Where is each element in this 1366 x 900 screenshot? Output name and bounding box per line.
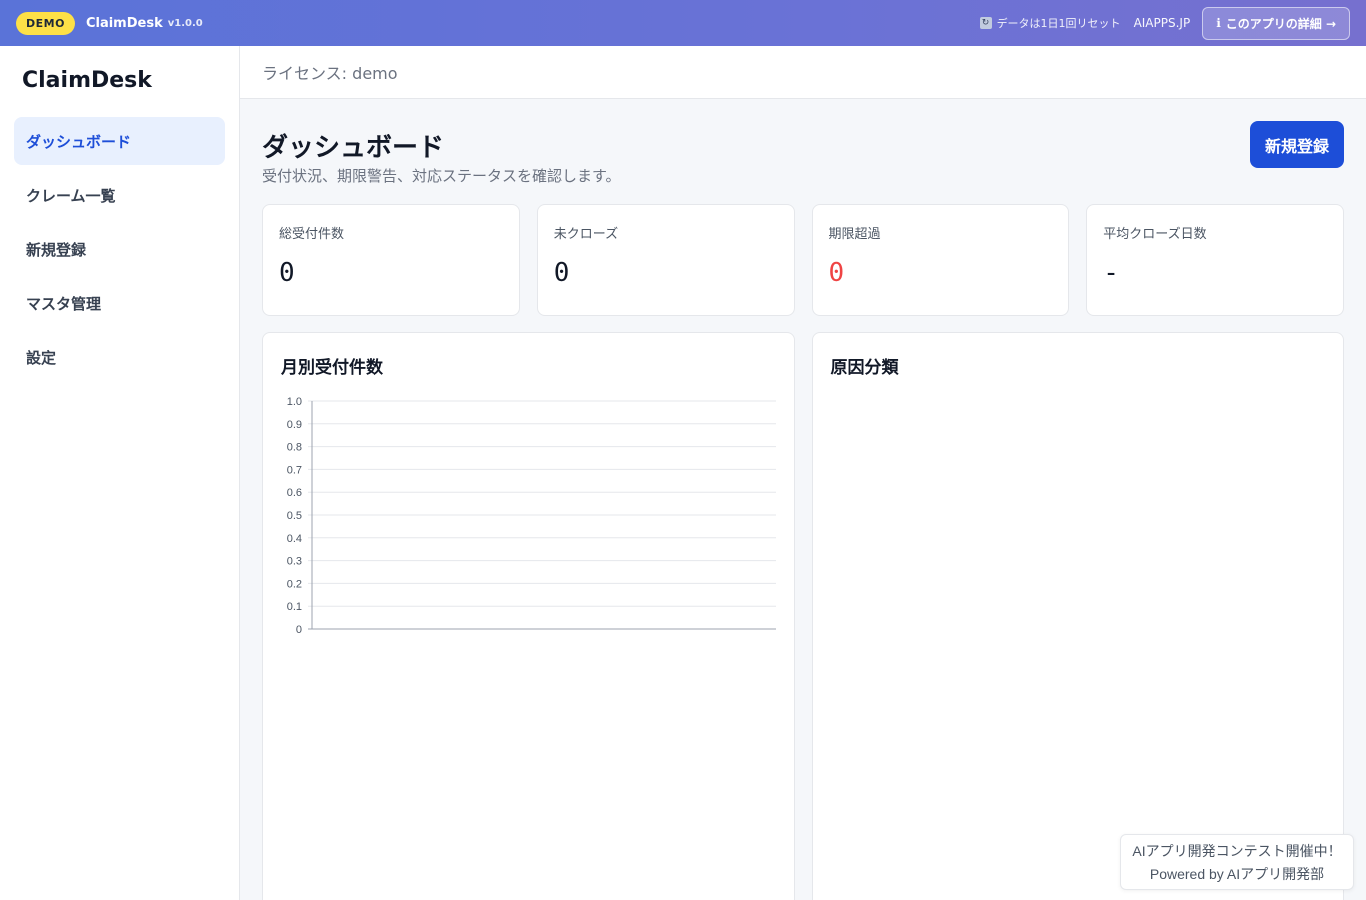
sidebar-item-new[interactable]: 新規登録 xyxy=(14,225,225,273)
stats-row: 総受付件数 0 未クローズ 0 期限超過 0 平均クローズ日数 - xyxy=(262,204,1344,316)
stat-label: 総受付件数 xyxy=(279,227,345,242)
monthly-chart-panel: 月別受付件数 0 0.1 0.2 0.3 0.4 0.5 0.6 0.7 0.8 0.9 1.0 xyxy=(262,332,795,900)
info-icon: ℹ xyxy=(1216,16,1221,30)
chart-y-tick-label: 0.5 xyxy=(287,510,302,522)
app-details-label: このアプリの詳細 → xyxy=(1225,16,1336,31)
cause-chart-panel: 原因分類 xyxy=(811,332,1344,900)
sidebar-item-claims[interactable]: クレーム一覧 xyxy=(14,171,225,219)
new-claim-button[interactable]: 新規登録 xyxy=(1250,121,1344,168)
page-title: ダッシュボード xyxy=(262,133,445,163)
chart-y-tick-label: 0.1 xyxy=(287,601,302,613)
stat-label: 未クローズ xyxy=(553,227,619,242)
contest-line: AIアプリ開発コンテスト開催中！ xyxy=(1132,843,1342,859)
license-text: ライセンス: demo xyxy=(262,64,398,83)
stat-value: 0 xyxy=(279,258,295,288)
app-version: v1.0.0 xyxy=(167,17,203,29)
chart-y-tick-label: 0.4 xyxy=(287,533,302,545)
stat-card-overdue: 期限超過 0 xyxy=(811,204,1070,316)
panel-title: 月別受付件数 xyxy=(281,358,383,378)
chart-y-tick-label: 1.0 xyxy=(287,396,302,408)
stat-label: 平均クローズ日数 xyxy=(1103,227,1207,242)
reset-note: ↻ データは1日1回リセット xyxy=(979,15,1121,31)
chart-y-tick-label: 0.6 xyxy=(287,487,302,499)
demo-badge: DEMO xyxy=(16,11,75,35)
chart-y-tick-label: 0.9 xyxy=(287,419,302,431)
refresh-icon: ↻ xyxy=(979,17,992,29)
contest-badge[interactable]: AIアプリ開発コンテスト開催中！ Powered by AIアプリ開発部 xyxy=(1120,834,1354,890)
page-subtitle: 受付状況、期限警告、対応ステータスを確認します。 xyxy=(262,167,621,185)
stat-card-open: 未クローズ 0 xyxy=(536,204,795,316)
panels-row: 月別受付件数 0 0.1 0.2 0.3 0.4 0.5 0.6 0.7 0.8 0.9 1.0 原… xyxy=(262,332,1344,900)
powered-by-line: Powered by AIアプリ開発部 xyxy=(1149,866,1325,882)
stat-card-total: 総受付件数 0 xyxy=(262,204,520,316)
sidebar-brand: ClaimDesk xyxy=(22,68,152,93)
app-name: ClaimDesk xyxy=(85,15,163,31)
sidebar-item-settings[interactable]: 設定 xyxy=(14,333,225,381)
topbar-right: ↻ データは1日1回リセット AIAPPS.JP ℹ このアプリの詳細 → xyxy=(979,6,1350,40)
chart-y-tick-label: 0.7 xyxy=(287,464,302,476)
reset-note-text: データは1日1回リセット xyxy=(996,17,1121,30)
panel-title: 原因分類 xyxy=(830,358,899,378)
license-bar: ライセンス: demo xyxy=(240,46,1366,99)
top-banner: DEMO ClaimDesk v1.0.0 ↻ データは1日1回リセット AIA… xyxy=(0,0,1366,46)
chart-y-tick-label: 0.3 xyxy=(287,556,302,568)
app-details-button[interactable]: ℹ このアプリの詳細 → xyxy=(1202,6,1350,40)
sidebar-item-dashboard[interactable]: ダッシュボード xyxy=(14,117,225,165)
stat-value: 0 xyxy=(553,258,570,288)
monthly-chart: 0 0.1 0.2 0.3 0.4 0.5 0.6 0.7 0.8 0.9 1.0 xyxy=(287,396,776,636)
stat-label: 期限超過 xyxy=(828,227,881,242)
sidebar-item-master[interactable]: マスタ管理 xyxy=(14,279,225,327)
site-link[interactable]: AIAPPS.JP xyxy=(1134,16,1191,30)
main-content: ダッシュボード 受付状況、期限警告、対応ステータスを確認します。 新規登録 総受… xyxy=(240,99,1366,900)
sidebar: ClaimDesk ダッシュボード クレーム一覧 新規登録 マスタ管理 設定 xyxy=(0,46,240,900)
stat-value: 0 xyxy=(828,258,845,288)
chart-y-tick-label: 0.2 xyxy=(287,578,302,590)
stat-value: - xyxy=(1103,258,1119,288)
chart-y-tick-label: 0 xyxy=(296,624,302,636)
stat-card-avg-close: 平均クローズ日数 - xyxy=(1086,204,1344,316)
chart-y-tick-label: 0.8 xyxy=(287,442,302,454)
